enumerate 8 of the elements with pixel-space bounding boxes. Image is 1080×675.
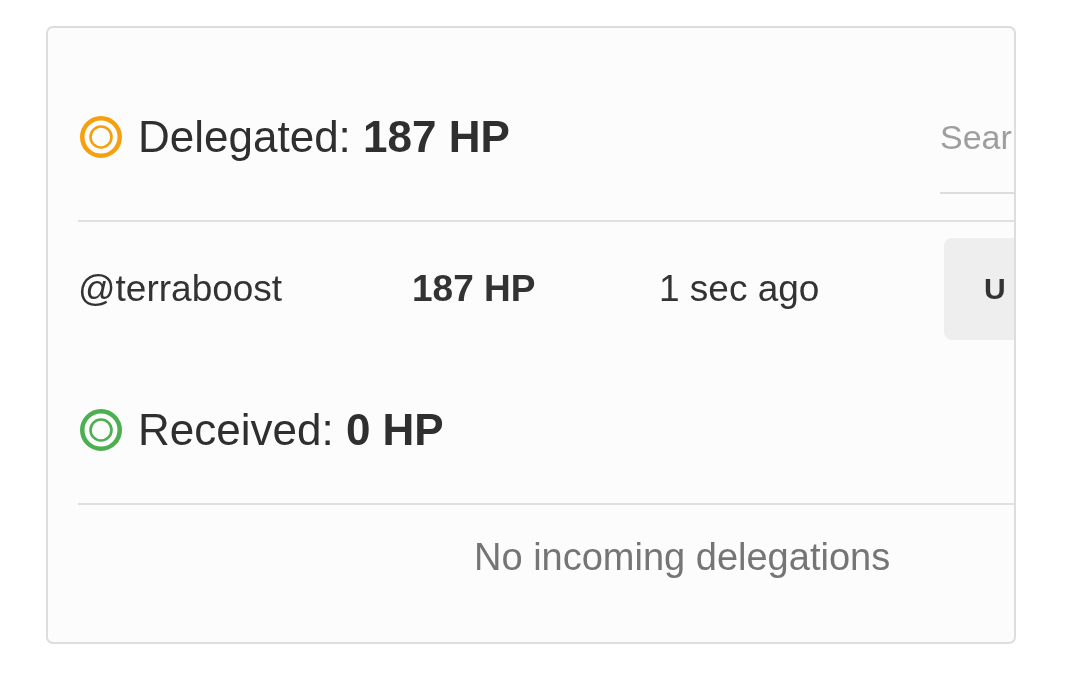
account-name: @terraboost (78, 267, 283, 311)
time-ago: 1 sec ago (659, 267, 820, 311)
section-title: Received: 0 HP (138, 404, 444, 456)
search-field[interactable]: Sear (940, 110, 1014, 194)
action-button[interactable]: U (944, 238, 1014, 340)
delegated-amount: 187 HP (412, 267, 536, 311)
section-title: Delegated: 187 HP (138, 111, 510, 163)
empty-message: No incoming delegations (474, 535, 891, 579)
